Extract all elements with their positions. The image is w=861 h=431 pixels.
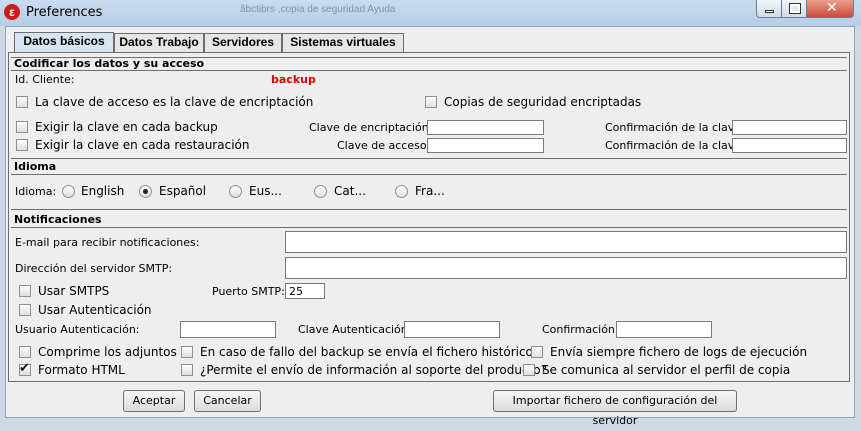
section-divider bbox=[11, 174, 847, 175]
client-id-label: Id. Cliente: bbox=[15, 73, 75, 86]
send-logs-label: Envía siempre fichero de logs de ejecuci… bbox=[550, 345, 808, 359]
send-history-label: En caso de fallo del backup se envía el … bbox=[200, 345, 533, 359]
require-key-backup-checkbox[interactable] bbox=[16, 121, 28, 133]
key-is-encryption-label: La clave de acceso es la clave de encrip… bbox=[35, 95, 314, 109]
require-key-restore-label: Exigir la clave en cada restauración bbox=[35, 138, 250, 152]
tab-datos-basicos[interactable]: Datos básicos bbox=[14, 32, 114, 53]
auth-key-field[interactable] bbox=[404, 321, 500, 338]
window-title: Preferences bbox=[26, 5, 103, 20]
auth-confirm-label: Confirmación: bbox=[542, 323, 619, 336]
use-auth-checkbox[interactable] bbox=[19, 304, 31, 316]
minimize-icon bbox=[765, 10, 774, 13]
send-profile-label: Se comunica al servidor el perfil de cop… bbox=[542, 363, 791, 377]
smtp-port-field[interactable] bbox=[285, 283, 325, 299]
compress-attachments-label: Comprime los adjuntos bbox=[38, 345, 177, 359]
encrypted-backups-label: Copias de seguridad encriptadas bbox=[444, 95, 642, 109]
language-option-english: English bbox=[81, 184, 125, 198]
client-id-value: backup bbox=[271, 73, 316, 86]
language-option-francais: Fra... bbox=[415, 184, 445, 198]
maximize-icon bbox=[789, 3, 801, 14]
section-title-language: Idioma bbox=[14, 160, 57, 173]
tab-panel-datos-basicos: Codificar los datos y su acceso Id. Clie… bbox=[8, 52, 850, 382]
section-divider bbox=[11, 70, 847, 71]
access-key-label: Clave de acceso bbox=[337, 139, 427, 152]
send-profile-checkbox[interactable] bbox=[523, 364, 535, 376]
use-smtps-checkbox[interactable] bbox=[19, 285, 31, 297]
auth-user-label: Usuario Autenticación: bbox=[15, 323, 140, 336]
confirm-access-key-label: Confirmación de la clave: bbox=[605, 139, 745, 152]
confirm-access-key-field[interactable] bbox=[732, 138, 847, 153]
smtp-server-field[interactable] bbox=[285, 257, 847, 279]
email-label: E-mail para recibir notificaciones: bbox=[15, 236, 200, 249]
language-option-espanol: Español bbox=[159, 184, 207, 198]
use-smtps-label: Usar SMTPS bbox=[38, 284, 110, 298]
html-format-label: Formato HTML bbox=[38, 363, 125, 377]
tab-datos-trabajo[interactable]: Datos Trabajo bbox=[114, 33, 204, 52]
use-auth-label: Usar Autenticación bbox=[38, 303, 152, 317]
require-key-restore-checkbox[interactable] bbox=[16, 139, 28, 151]
auth-user-field[interactable] bbox=[180, 321, 276, 338]
section-divider bbox=[11, 158, 847, 159]
tab-servidores[interactable]: Servidores bbox=[204, 33, 282, 52]
smtp-server-label: Dirección del servidor SMTP: bbox=[15, 262, 173, 275]
close-button[interactable]: ✕ bbox=[806, 0, 854, 18]
encryption-key-field[interactable] bbox=[427, 120, 544, 135]
section-divider bbox=[11, 227, 847, 228]
import-config-button[interactable]: Importar fichero de configuración del se… bbox=[493, 390, 737, 427]
confirm-encryption-key-field[interactable] bbox=[732, 120, 847, 135]
access-key-field[interactable] bbox=[427, 138, 544, 153]
language-radio-espanol[interactable] bbox=[139, 185, 152, 198]
close-icon: ✕ bbox=[826, 0, 838, 16]
auth-confirm-field[interactable] bbox=[616, 321, 712, 338]
send-info-label: ¿Permite el envío de información al sopo… bbox=[200, 363, 548, 377]
language-radio-english[interactable] bbox=[62, 185, 75, 198]
section-title-encryption: Codificar los datos y su acceso bbox=[14, 57, 205, 70]
language-radio-francais[interactable] bbox=[395, 185, 408, 198]
title-bar[interactable]: ε Preferences ăbctibrs ,copia de segurid… bbox=[0, 0, 861, 26]
app-icon: ε bbox=[4, 4, 20, 20]
smtp-port-label: Puerto SMTP: bbox=[212, 285, 285, 298]
tab-sistemas-virtuales[interactable]: Sistemas virtuales bbox=[282, 33, 404, 52]
send-info-checkbox[interactable] bbox=[181, 364, 193, 376]
language-label: Idioma: bbox=[15, 185, 57, 198]
minimize-button[interactable] bbox=[756, 0, 782, 18]
dialog-content: Datos básicos Datos Trabajo Servidores S… bbox=[5, 26, 855, 427]
email-field[interactable] bbox=[285, 231, 847, 253]
require-key-backup-label: Exigir la clave en cada backup bbox=[35, 120, 218, 134]
encrypted-backups-checkbox[interactable] bbox=[425, 96, 437, 108]
send-logs-checkbox[interactable] bbox=[531, 346, 543, 358]
confirm-encryption-key-label: Confirmación de la clave: bbox=[605, 121, 745, 134]
key-is-encryption-checkbox[interactable] bbox=[16, 96, 28, 108]
section-divider bbox=[11, 209, 847, 210]
encryption-key-label: Clave de encriptación: bbox=[309, 121, 433, 134]
cancel-button[interactable]: Cancelar bbox=[194, 390, 261, 412]
send-history-checkbox[interactable] bbox=[181, 346, 193, 358]
preferences-window: ε Preferences ăbctibrs ,copia de segurid… bbox=[0, 0, 861, 427]
language-option-catala: Cat... bbox=[334, 184, 366, 198]
maximize-button[interactable] bbox=[781, 0, 807, 18]
html-format-checkbox[interactable] bbox=[19, 361, 31, 376]
background-menu-text: ăbctibrs ,copia de seguridad Ayuda bbox=[240, 4, 396, 15]
auth-key-label: Clave Autenticación: bbox=[298, 323, 412, 336]
accept-button[interactable]: Aceptar bbox=[123, 390, 185, 412]
section-title-notifications: Notificaciones bbox=[14, 213, 102, 226]
compress-attachments-checkbox[interactable] bbox=[19, 346, 31, 358]
language-option-euskera: Eus... bbox=[249, 184, 282, 198]
language-radio-euskera[interactable] bbox=[229, 185, 242, 198]
language-radio-catala[interactable] bbox=[314, 185, 327, 198]
